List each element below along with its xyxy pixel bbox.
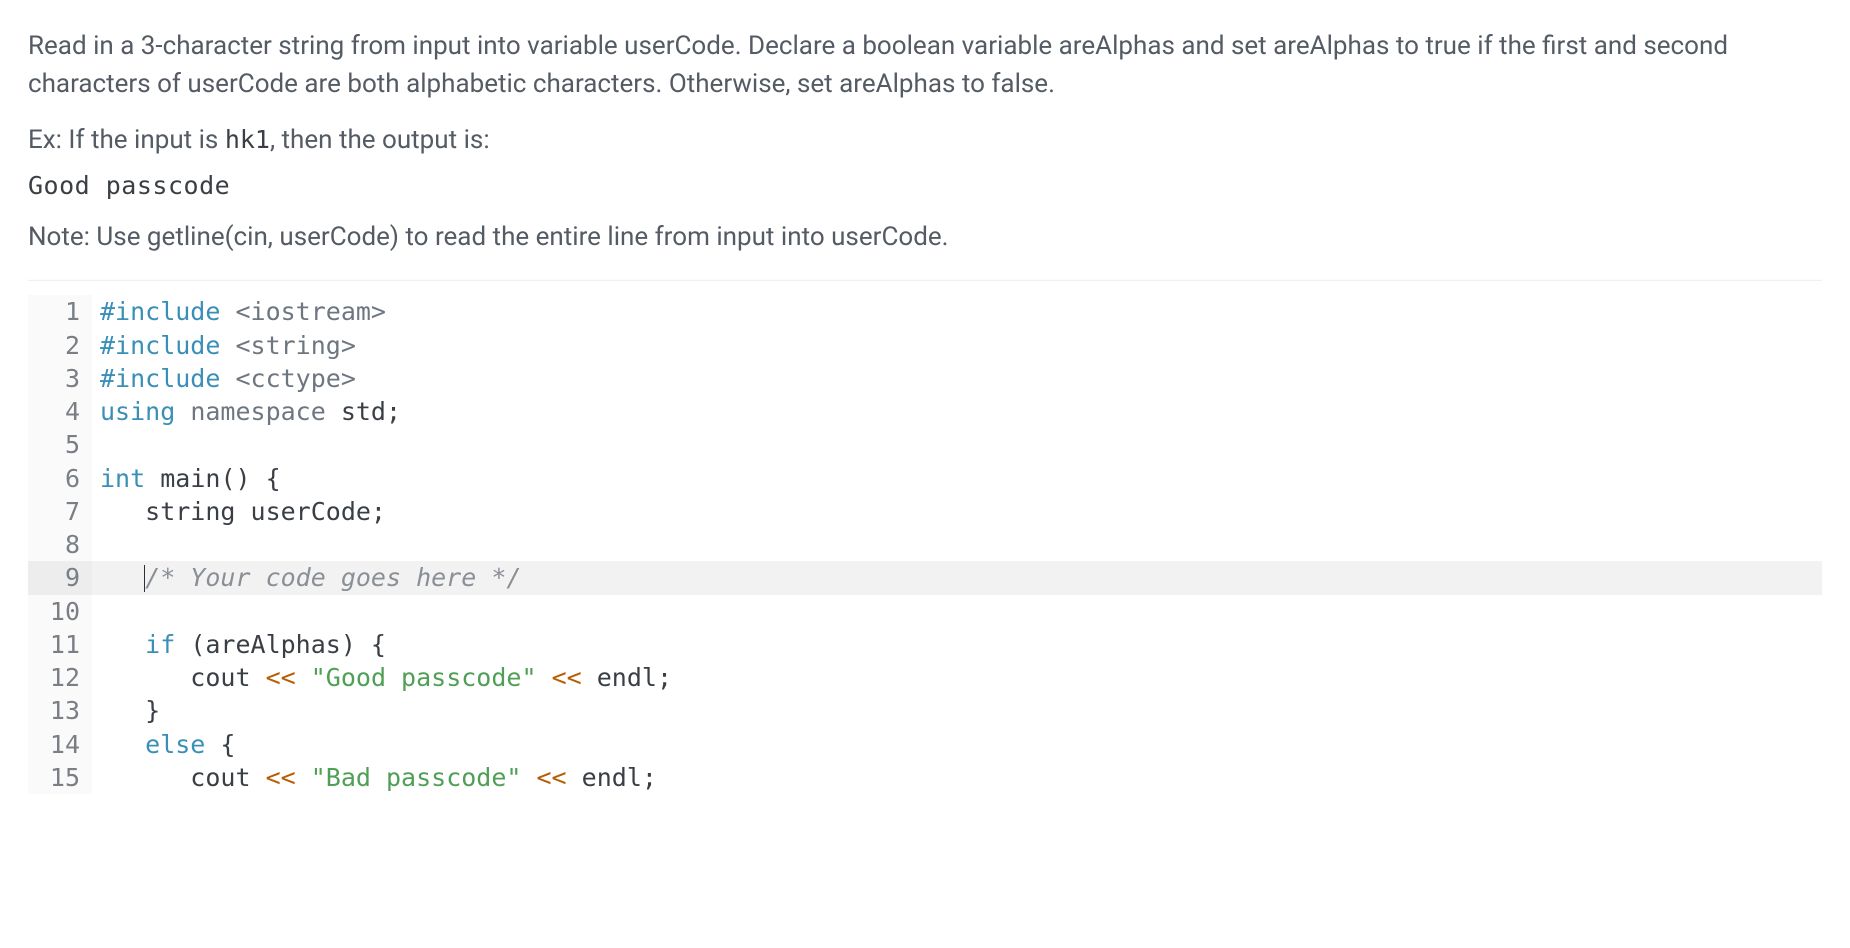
- line-number: 4: [28, 395, 92, 428]
- token: std: [341, 397, 386, 426]
- line-number: 9: [28, 561, 92, 594]
- token: [100, 730, 145, 759]
- token: /* Your code goes here */: [145, 563, 521, 592]
- token: <string>: [235, 331, 355, 360]
- token: "Good passcode": [311, 663, 537, 692]
- example-input: hk1: [225, 125, 270, 154]
- token: }: [100, 696, 160, 725]
- code-line[interactable]: 5: [28, 428, 1822, 461]
- token: int: [100, 464, 160, 493]
- token: [100, 630, 145, 659]
- code-text[interactable]: using namespace std;: [92, 395, 1822, 428]
- token: using: [100, 397, 190, 426]
- code-line[interactable]: 14 else {: [28, 728, 1822, 761]
- code-editor[interactable]: 1#include <iostream>2#include <string>3#…: [28, 295, 1822, 794]
- code-text[interactable]: int main() {: [92, 462, 1822, 495]
- code-text[interactable]: string userCode;: [92, 495, 1822, 528]
- token: cout: [100, 663, 266, 692]
- code-line[interactable]: 9 /* Your code goes here */: [28, 561, 1822, 594]
- token: <<: [266, 763, 311, 792]
- token: namespace: [190, 397, 341, 426]
- line-number: 10: [28, 595, 92, 628]
- token: if: [145, 630, 190, 659]
- code-text[interactable]: cout << "Good passcode" << endl;: [92, 661, 1822, 694]
- code-text[interactable]: [92, 595, 1822, 628]
- token: #include: [100, 364, 235, 393]
- token: ;: [386, 397, 401, 426]
- token: <<: [266, 663, 311, 692]
- token: <<: [521, 763, 581, 792]
- token: () {: [220, 464, 280, 493]
- code-line[interactable]: 13 }: [28, 694, 1822, 727]
- problem-description: Read in a 3-character string from input …: [28, 28, 1822, 103]
- example-suffix: , then the output is:: [270, 125, 490, 155]
- token: else: [145, 730, 220, 759]
- code-line[interactable]: 4using namespace std;: [28, 395, 1822, 428]
- line-number: 3: [28, 362, 92, 395]
- token: <<: [537, 663, 597, 692]
- token: {: [220, 730, 235, 759]
- code-line[interactable]: 8: [28, 528, 1822, 561]
- line-number: 13: [28, 694, 92, 727]
- code-line[interactable]: 2#include <string>: [28, 329, 1822, 362]
- code-line[interactable]: 15 cout << "Bad passcode" << endl;: [28, 761, 1822, 794]
- token: <cctype>: [235, 364, 355, 393]
- expected-output: Good passcode: [28, 171, 1822, 200]
- line-number: 7: [28, 495, 92, 528]
- line-number: 5: [28, 428, 92, 461]
- code-text[interactable]: /* Your code goes here */: [92, 561, 1822, 594]
- code-line[interactable]: 1#include <iostream>: [28, 295, 1822, 328]
- token: [100, 563, 145, 592]
- code-line[interactable]: 10: [28, 595, 1822, 628]
- code-text[interactable]: [92, 528, 1822, 561]
- code-editor-container: 1#include <iostream>2#include <string>3#…: [28, 280, 1822, 794]
- token: main: [160, 464, 220, 493]
- token: cout: [100, 763, 266, 792]
- line-number: 6: [28, 462, 92, 495]
- line-number: 12: [28, 661, 92, 694]
- problem-page: Read in a 3-character string from input …: [0, 0, 1850, 794]
- token: endl;: [582, 763, 657, 792]
- line-number: 2: [28, 329, 92, 362]
- code-line[interactable]: 7 string userCode;: [28, 495, 1822, 528]
- code-text[interactable]: #include <iostream>: [92, 295, 1822, 328]
- line-number: 15: [28, 761, 92, 794]
- example-prefix: Ex: If the input is: [28, 125, 225, 155]
- code-line[interactable]: 6int main() {: [28, 462, 1822, 495]
- line-number: 11: [28, 628, 92, 661]
- token: (areAlphas) {: [190, 630, 386, 659]
- token: <iostream>: [235, 297, 386, 326]
- code-text[interactable]: #include <cctype>: [92, 362, 1822, 395]
- token: #include: [100, 297, 235, 326]
- token: "Bad passcode": [311, 763, 522, 792]
- code-line[interactable]: 3#include <cctype>: [28, 362, 1822, 395]
- line-number: 1: [28, 295, 92, 328]
- line-number: 14: [28, 728, 92, 761]
- code-line[interactable]: 11 if (areAlphas) {: [28, 628, 1822, 661]
- code-text[interactable]: cout << "Bad passcode" << endl;: [92, 761, 1822, 794]
- code-text[interactable]: if (areAlphas) {: [92, 628, 1822, 661]
- token: endl;: [597, 663, 672, 692]
- code-text[interactable]: #include <string>: [92, 329, 1822, 362]
- code-text[interactable]: }: [92, 694, 1822, 727]
- code-line[interactable]: 12 cout << "Good passcode" << endl;: [28, 661, 1822, 694]
- code-text[interactable]: [92, 428, 1822, 461]
- token: string userCode;: [100, 497, 386, 526]
- code-text[interactable]: else {: [92, 728, 1822, 761]
- example-line: Ex: If the input is hk1, then the output…: [28, 125, 1822, 155]
- line-number: 8: [28, 528, 92, 561]
- token: #include: [100, 331, 235, 360]
- note-text: Note: Use getline(cin, userCode) to read…: [28, 222, 1822, 252]
